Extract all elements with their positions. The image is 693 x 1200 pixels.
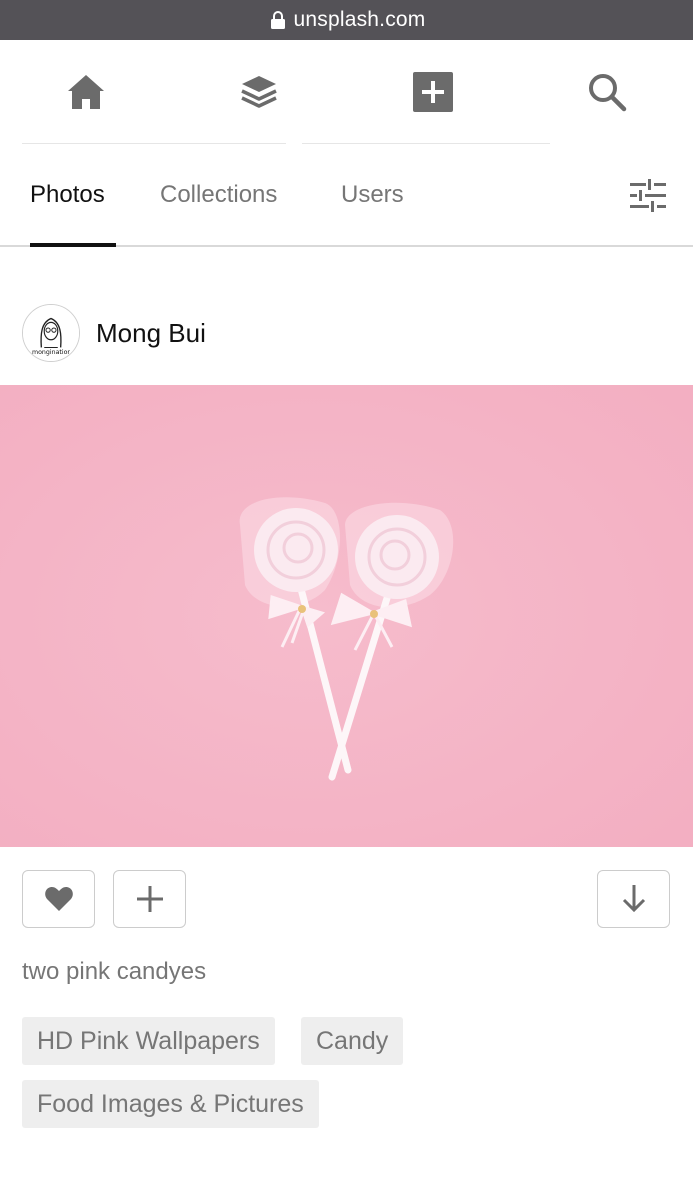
active-tab-indicator [30,243,116,247]
search-icon[interactable] [585,70,629,114]
search-tabs: Photos Collections Users [0,146,693,247]
plus-icon [136,886,163,912]
nav-divider [22,143,286,144]
svg-text:monginatior: monginatior [32,349,70,356]
photo-author[interactable]: monginatior Mong Bui [22,303,206,363]
download-arrow-icon [622,885,645,913]
tab-users[interactable]: Users [341,181,404,209]
add-photo-icon[interactable] [411,70,455,114]
photo-description: two pink candyes [22,958,207,985]
home-icon[interactable] [64,70,108,114]
lock-icon [268,9,288,31]
heart-icon [44,887,73,911]
tab-photos[interactable]: Photos [30,181,105,209]
tab-collections[interactable]: Collections [160,181,277,209]
url-domain: unsplash.com [293,8,426,31]
tag-candy[interactable]: Candy [301,1017,404,1065]
top-navigation [0,40,693,146]
author-name[interactable]: Mong Bui [96,318,206,349]
filter-sliders-icon[interactable] [630,178,666,214]
tag-hd-pink-wallpapers[interactable]: HD Pink Wallpapers [22,1017,275,1065]
tag-food-images-pictures[interactable]: Food Images & Pictures [22,1080,319,1128]
collections-stack-icon[interactable] [237,70,281,114]
browser-url-bar[interactable]: unsplash.com [0,0,693,40]
avatar[interactable]: monginatior [22,304,80,362]
like-button[interactable] [22,870,95,928]
photo-image[interactable] [0,385,693,847]
download-button[interactable] [597,870,670,928]
nav-divider [302,143,550,144]
add-to-collection-button[interactable] [113,870,186,928]
